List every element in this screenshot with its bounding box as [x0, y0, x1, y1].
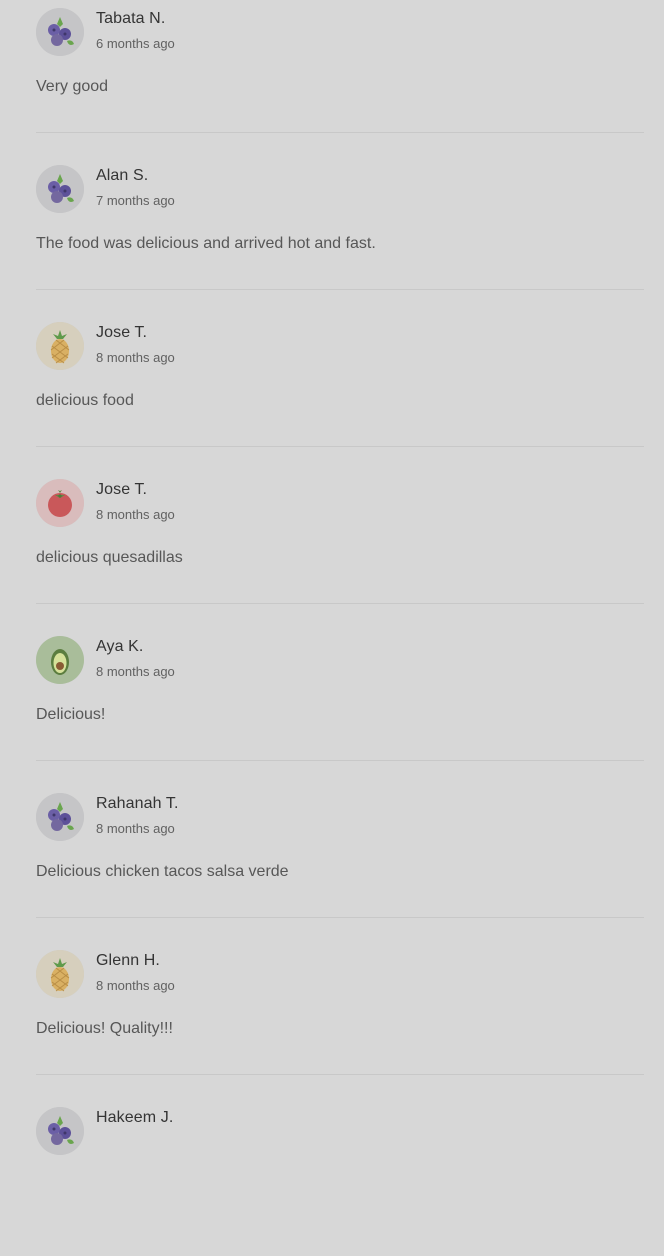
- review-text: delicious food: [36, 392, 134, 409]
- pineapple-icon: [36, 322, 84, 370]
- divider: [36, 446, 644, 447]
- review-text: delicious quesadillas: [36, 549, 183, 566]
- divider: [36, 760, 644, 761]
- review-time: 8 months ago: [96, 978, 175, 993]
- reviewer-name: Jose T.: [96, 481, 148, 498]
- reviewer-name: Hakeem J.: [96, 1109, 174, 1126]
- divider: [36, 1074, 644, 1075]
- review-item: Jose T. 8 months ago delicious quesadill…: [0, 471, 664, 628]
- review-item: Aya K. 8 months ago Delicious!: [0, 628, 664, 785]
- divider: [36, 132, 644, 133]
- review-time: 6 months ago: [96, 36, 175, 51]
- reviewer-name: Jose T.: [96, 324, 148, 341]
- reviewer-name: Aya K.: [96, 638, 144, 655]
- review-item: Alan S. 7 months ago The food was delici…: [0, 157, 664, 314]
- review-text: Delicious chicken tacos salsa verde: [36, 863, 289, 880]
- review-time: 8 months ago: [96, 350, 175, 365]
- tomato-icon: [36, 479, 84, 527]
- reviewer-name: Tabata N.: [96, 10, 166, 27]
- divider: [36, 917, 644, 918]
- divider: [36, 603, 644, 604]
- review-time: 8 months ago: [96, 507, 175, 522]
- blueberry-icon: [36, 793, 84, 841]
- blueberry-icon: [36, 8, 84, 56]
- reviewer-name: Glenn H.: [96, 952, 160, 969]
- review-item: Rahanah T. 8 months ago Delicious chicke…: [0, 785, 664, 942]
- review-time: 7 months ago: [96, 193, 175, 208]
- review-text: Very good: [36, 78, 109, 95]
- divider: [36, 289, 644, 290]
- review-item: Glenn H. 8 months ago Delicious! Quality…: [0, 942, 664, 1099]
- review-text: The food was delicious and arrived hot a…: [36, 235, 376, 252]
- avocado-icon: [36, 636, 84, 684]
- reviewer-name: Rahanah T.: [96, 795, 179, 812]
- review-time: 8 months ago: [96, 821, 175, 836]
- pineapple-icon: [36, 950, 84, 998]
- review-item: Hakeem J.: [0, 1099, 664, 1256]
- blueberry-icon: [36, 1107, 84, 1155]
- review-text: Delicious! Quality!!!: [36, 1020, 173, 1037]
- review-text: Delicious!: [36, 706, 106, 723]
- review-item: Tabata N. 6 months ago Very good: [0, 0, 664, 157]
- reviewer-name: Alan S.: [96, 167, 149, 184]
- review-item: Jose T. 8 months ago delicious food: [0, 314, 664, 471]
- blueberry-icon: [36, 165, 84, 213]
- reviews-list: Tabata N. 6 months ago Very good Alan S.…: [0, 0, 664, 1256]
- review-time: 8 months ago: [96, 664, 175, 679]
